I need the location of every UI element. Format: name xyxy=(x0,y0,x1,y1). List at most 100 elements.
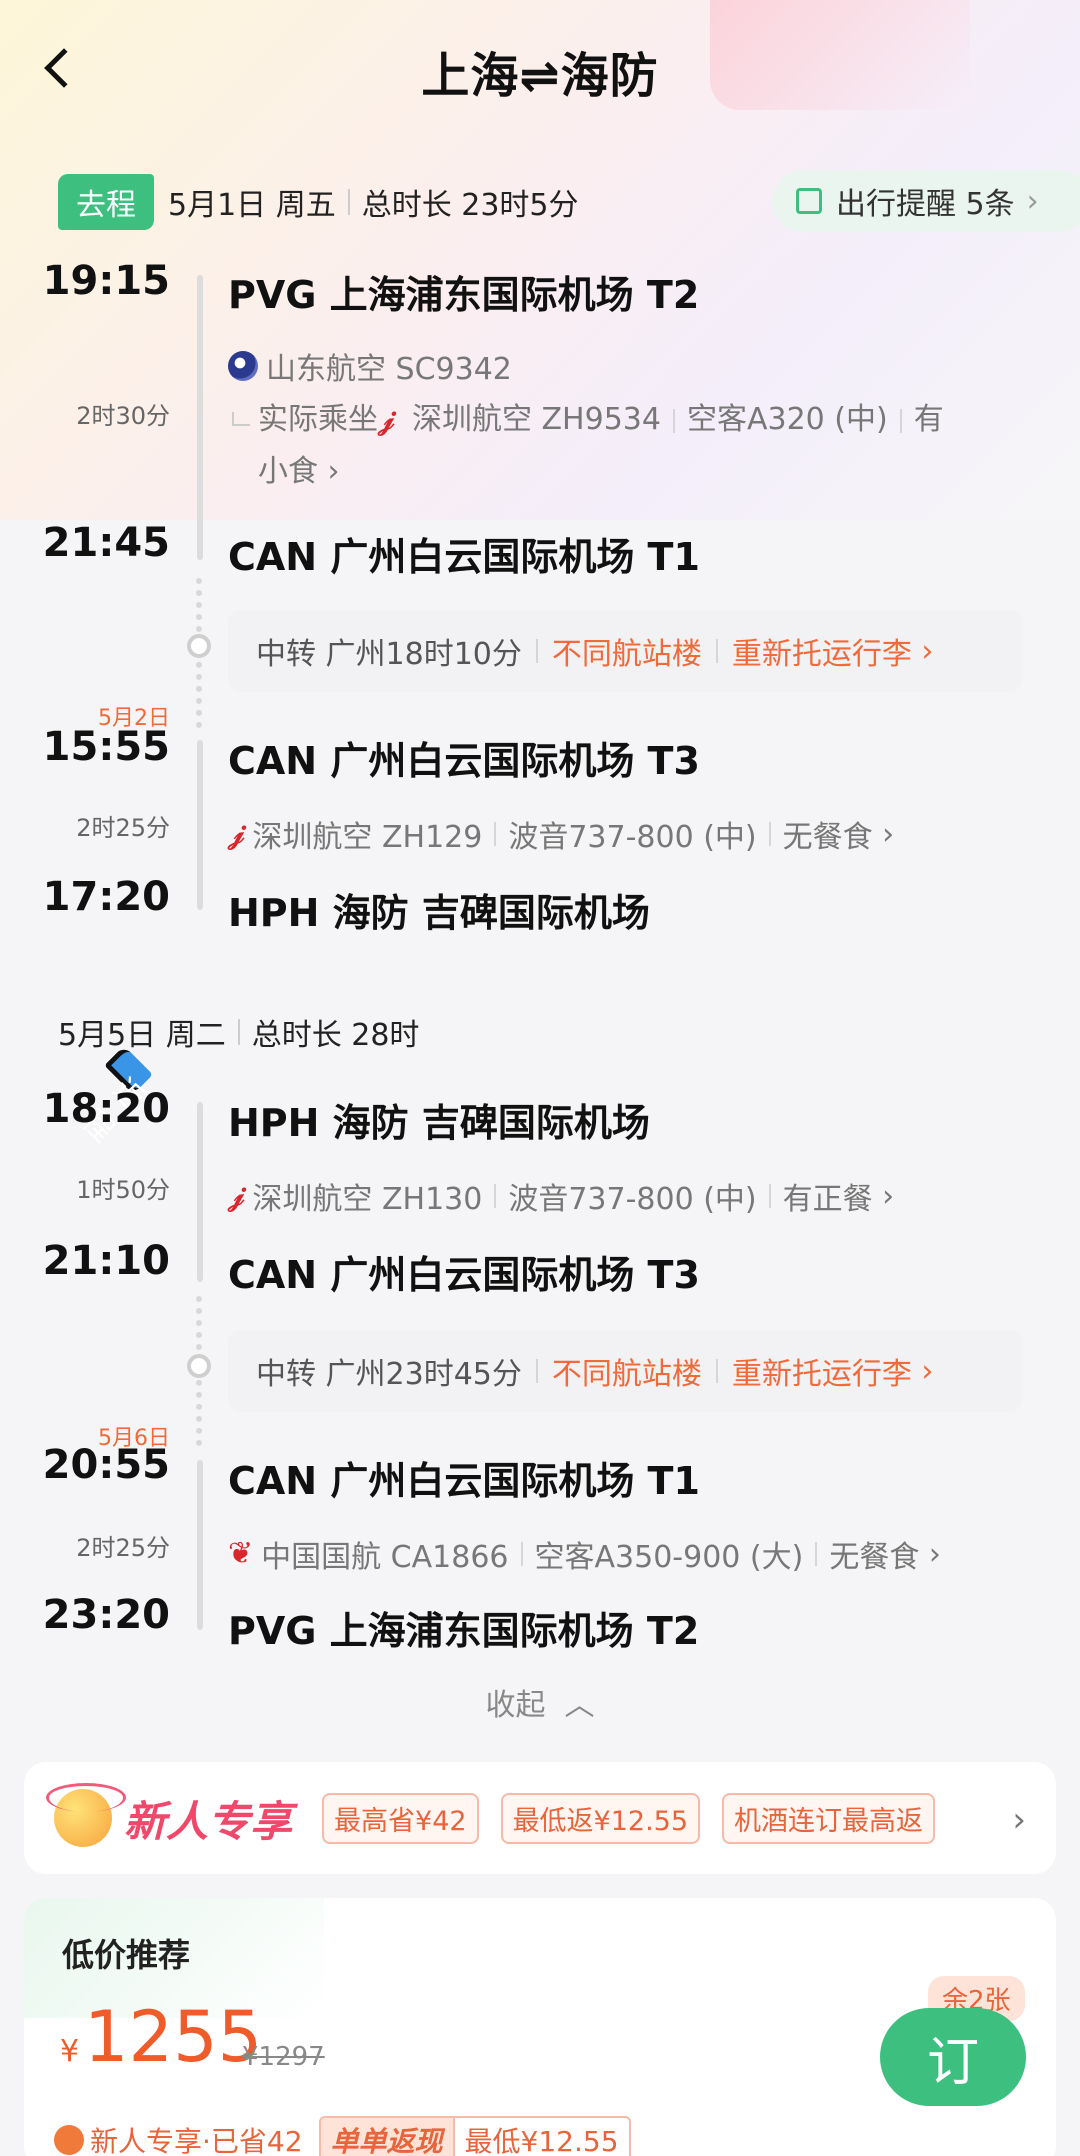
arrival-time: 21:45 xyxy=(42,520,170,566)
terminal-warning: 不同航站楼 xyxy=(551,637,702,672)
cashback-label: 单单返现 xyxy=(318,2116,453,2156)
original-price: ¥1297 xyxy=(242,2042,325,2072)
shenzhen-airlines-logo-icon: 𝒿 xyxy=(378,402,395,437)
arrival-time: 21:10 xyxy=(42,1238,170,1284)
outbound-date: 5月1日 周五 xyxy=(168,188,336,223)
return-header: 返程 5月5日 周二 总时长 28时 xyxy=(58,1002,420,1149)
cashback-amount: 最低¥12.55 xyxy=(452,2116,631,2156)
airline-flight: 深圳航空 ZH130 xyxy=(252,1182,483,1217)
meal-info: 有正餐 xyxy=(782,1182,873,1217)
divider xyxy=(672,408,675,433)
chevron-right-icon: › xyxy=(911,633,934,669)
divider xyxy=(494,822,497,846)
codeshare-info[interactable]: 实际乘坐𝒿 深圳航空 ZH9534 空客A320 (中) 有 小食 › xyxy=(258,394,998,498)
airline-flight: 山东航空 SC9342 xyxy=(266,352,512,387)
chevron-right-icon: › xyxy=(872,816,895,852)
header: 上海⇌海防 xyxy=(0,0,1080,130)
departure-airport: CAN 广州白云国际机场 T3 xyxy=(228,739,700,783)
chevron-right-icon: › xyxy=(911,1353,934,1389)
meal-info: 无餐食 xyxy=(829,1540,920,1575)
airline-flight: 中国国航 CA1866 xyxy=(261,1540,509,1575)
divider xyxy=(347,189,350,215)
book-button[interactable]: 订 xyxy=(880,2008,1026,2106)
flight-duration: 2时30分 xyxy=(76,402,170,430)
departure-time: 19:15 xyxy=(42,258,170,304)
meal-info-b: 小食 xyxy=(258,454,318,489)
newcomer-promo-banner[interactable]: 新人专享 最高省¥42 最低返¥12.55 机酒连订最高返 › xyxy=(24,1762,1056,1874)
flight-info[interactable]: 𝒿 深圳航空 ZH130 波音737-800 (中) 有正餐 › xyxy=(228,1174,894,1218)
actual-prefix: 实际乘坐 xyxy=(258,402,378,437)
timeline-line xyxy=(197,740,203,910)
arrival-airport: CAN 广州白云国际机场 T1 xyxy=(228,535,700,579)
chevron-up-icon: ︿ xyxy=(555,1688,595,1723)
currency-symbol: ¥ xyxy=(60,2034,80,2069)
flight-info[interactable]: 山东航空 SC9342 xyxy=(228,344,512,388)
flight-duration: 1时50分 xyxy=(76,1176,170,1204)
meal-info: 无餐食 xyxy=(782,820,873,855)
actual-airline: 深圳航空 ZH9534 xyxy=(411,402,661,437)
chevron-right-icon: › xyxy=(327,454,340,489)
shenzhen-airlines-logo-icon: 𝒿 xyxy=(228,816,245,851)
air-china-logo-icon: ❦ xyxy=(228,1536,254,1571)
shenzhen-airlines-logo-icon: 𝒿 xyxy=(228,1178,245,1213)
price: 1255 xyxy=(84,1996,263,2078)
arrival-time: 23:20 xyxy=(42,1592,170,1638)
departure-time: 18:20 xyxy=(42,1086,170,1132)
divider xyxy=(535,639,538,663)
flight-duration: 2时25分 xyxy=(76,1534,170,1562)
divider xyxy=(237,1019,240,1045)
baggage-warning: 重新托运行李 xyxy=(731,637,912,672)
return-date: 5月5日 周二 xyxy=(58,1018,226,1053)
divider xyxy=(815,1542,818,1566)
promo-chip: 最高省¥42 xyxy=(322,1792,479,1844)
divider xyxy=(768,822,771,846)
transfer-node-icon xyxy=(187,634,211,658)
transfer-info[interactable]: 中转 广州18时10分 不同航站楼 重新托运行李 › xyxy=(228,610,1022,692)
benefits-row[interactable]: 新人专享·已省42 单单返现 最低¥12.55 xyxy=(54,2116,631,2156)
airline-flight: 深圳航空 ZH129 xyxy=(252,820,483,855)
promo-chip: 最低返¥12.55 xyxy=(500,1792,701,1844)
divider xyxy=(494,1184,497,1208)
departure-airport: HPH 海防 吉碑国际机场 xyxy=(228,1101,650,1145)
transfer-text: 中转 广州18时10分 xyxy=(256,637,522,672)
flight-info[interactable]: 𝒿 深圳航空 ZH129 波音737-800 (中) 无餐食 › xyxy=(228,812,894,856)
timeline-line xyxy=(197,1102,203,1282)
shandong-airlines-logo-icon xyxy=(228,351,258,381)
speaker-icon xyxy=(796,188,822,214)
flight-duration: 2时25分 xyxy=(76,814,170,842)
departure-time: 15:55 xyxy=(42,724,170,770)
meal-info-a: 有 xyxy=(913,402,944,437)
transfer-node-icon xyxy=(187,1354,211,1378)
transfer-text: 中转 广州23时45分 xyxy=(256,1357,522,1392)
travel-reminder-button[interactable]: 出行提醒 5条 › xyxy=(772,170,1080,232)
departure-airport: CAN 广州白云国际机场 T1 xyxy=(228,1459,700,1503)
divider xyxy=(715,1359,718,1383)
low-price-card: 低价推荐 ¥ 1255 ¥1297 余2张 订 新人专享·已省42 单单返现 最… xyxy=(24,1898,1056,2156)
aircraft-type: 波音737-800 (中) xyxy=(508,820,757,855)
divider xyxy=(899,408,902,433)
chevron-right-icon: › xyxy=(1026,183,1039,219)
terminal-warning: 不同航站楼 xyxy=(551,1357,702,1392)
newcomer-saving: 新人专享·已省42 xyxy=(90,2125,303,2156)
departure-time: 20:55 xyxy=(42,1442,170,1488)
timeline-line xyxy=(197,1460,203,1630)
divider xyxy=(520,1542,523,1566)
low-price-label: 低价推荐 xyxy=(62,1936,191,1974)
baggage-warning: 重新托运行李 xyxy=(731,1357,912,1392)
arrival-airport: HPH 海防 吉碑国际机场 xyxy=(228,891,650,935)
flight-info[interactable]: ❦ 中国国航 CA1866 空客A350-900 (大) 无餐食 › xyxy=(228,1532,941,1576)
aircraft-type: 波音737-800 (中) xyxy=(508,1182,757,1217)
timeline-line xyxy=(197,275,203,560)
aircraft-type: 空客A320 (中) xyxy=(686,402,888,437)
outbound-total-duration: 总时长 23时5分 xyxy=(361,188,579,223)
collapse-button[interactable]: 收起 ︿ xyxy=(0,1680,1080,1724)
transfer-info[interactable]: 中转 广州23时45分 不同航站楼 重新托运行李 › xyxy=(228,1330,1022,1412)
outbound-tag: 去程 xyxy=(58,174,154,230)
departure-airport: PVG 上海浦东国际机场 T2 xyxy=(228,273,700,317)
return-total-duration: 总时长 28时 xyxy=(251,1018,420,1053)
travel-reminder-label: 出行提醒 5条 xyxy=(836,187,1015,222)
arrival-airport: CAN 广州白云国际机场 T3 xyxy=(228,1253,700,1297)
page-title: 上海⇌海防 xyxy=(421,48,659,104)
promo-chip: 机酒连订最高返 xyxy=(722,1792,936,1844)
promo-title: 新人专享 xyxy=(124,1796,293,1846)
